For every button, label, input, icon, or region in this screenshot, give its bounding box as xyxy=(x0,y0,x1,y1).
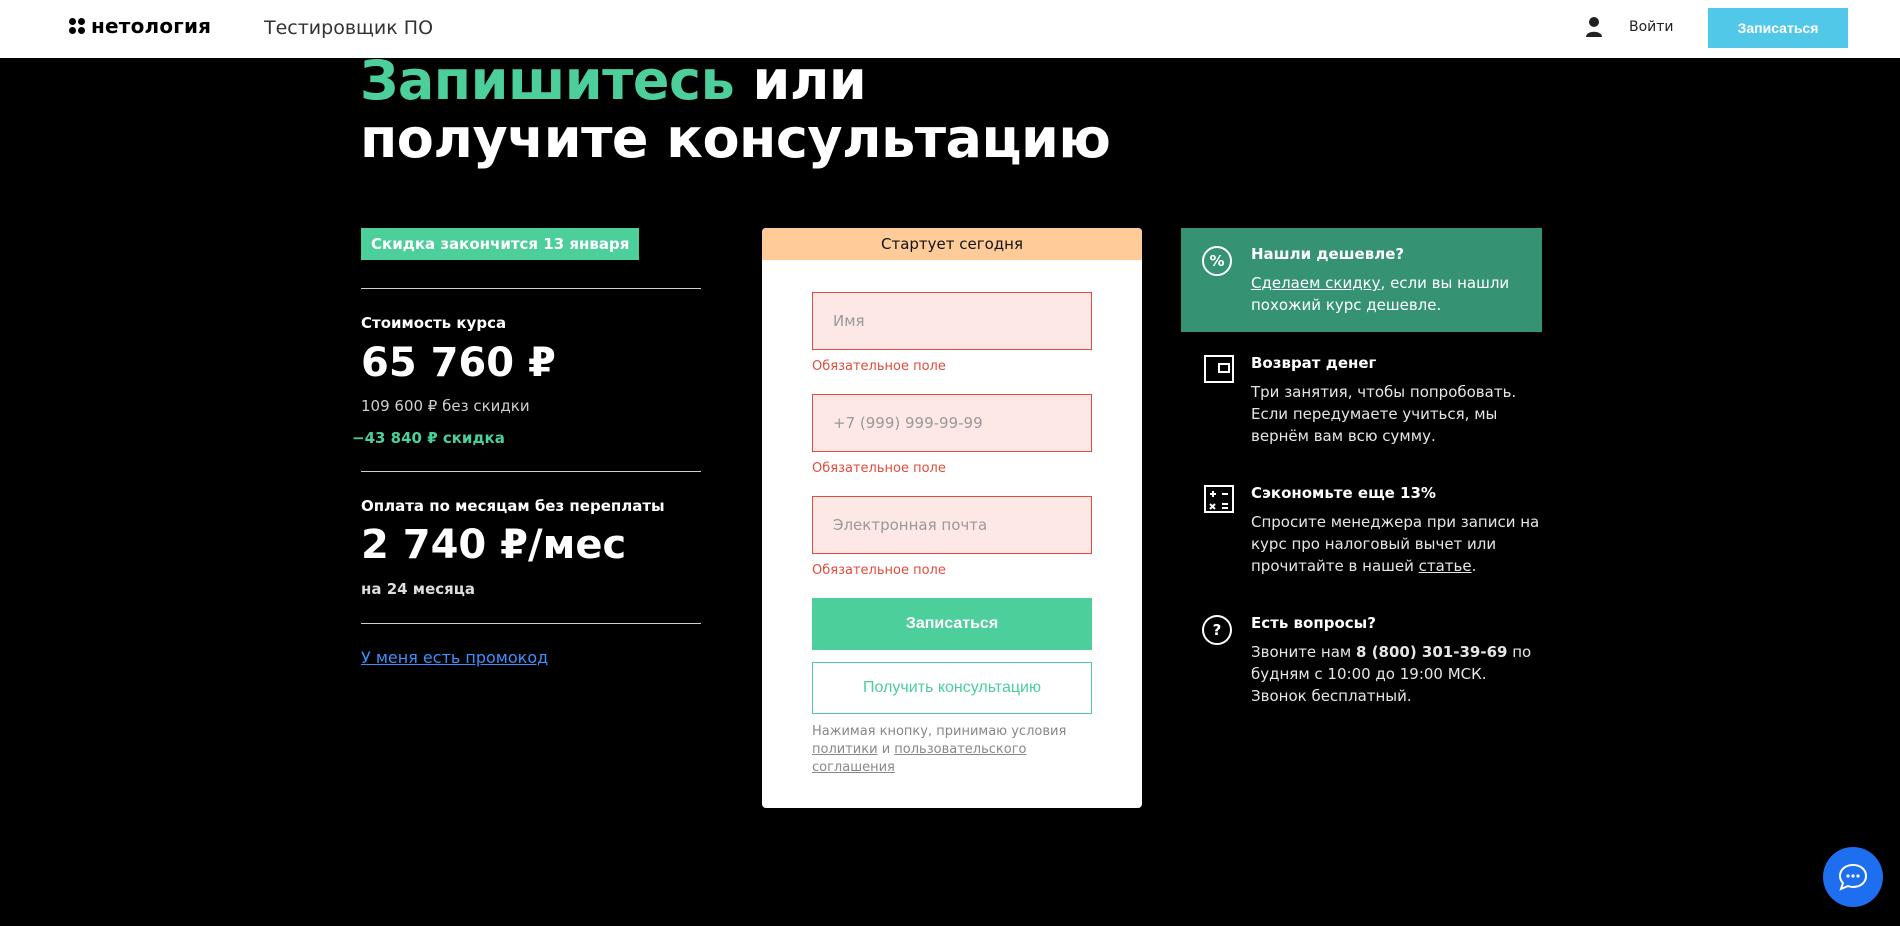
refund-text: Три занятия, чтобы попробовать. Если пер… xyxy=(1251,383,1517,445)
course-cost-label: Стоимость курса xyxy=(361,314,507,332)
phone-placeholder: +7 (999) 999-99-99 xyxy=(833,414,983,432)
logo-text: нетология xyxy=(91,14,212,38)
email-placeholder: Электронная почта xyxy=(833,516,988,534)
title-line2: получите консультацию xyxy=(360,107,1111,170)
name-error: Обязательное поле xyxy=(812,359,946,374)
support-phone[interactable]: 8 (800) 301-39-69 xyxy=(1356,643,1507,661)
price-without-discount: 109 600 ₽ без скидки xyxy=(361,397,530,415)
refund-title: Возврат денег xyxy=(1251,354,1377,372)
discount-link[interactable]: Сделаем скидку xyxy=(1251,274,1381,292)
chat-bubble-icon xyxy=(1838,863,1868,891)
consent-text: Нажимая кнопку, принимаю условия xyxy=(812,724,1067,739)
title-rest: или xyxy=(734,49,867,112)
calculator-icon xyxy=(1204,485,1234,513)
monthly-price: 2 740 ₽/мес xyxy=(361,522,627,568)
course-price: 65 760 ₽ xyxy=(361,340,556,386)
promo-code-link[interactable]: У меня есть промокод xyxy=(361,648,548,667)
page-title: Запишитесь или получите консультацию xyxy=(360,49,1111,170)
chat-button[interactable] xyxy=(1823,847,1883,907)
agreement-link-cont[interactable]: соглашения xyxy=(812,760,895,775)
divider xyxy=(361,288,701,289)
email-field[interactable]: Электронная почта xyxy=(812,496,1092,554)
article-link[interactable]: статье xyxy=(1419,557,1472,575)
cheaper-text-1: , если вы нашли xyxy=(1380,274,1510,292)
monthly-term: на 24 месяца xyxy=(361,580,476,598)
cheaper-text: Сделаем скидку, если вы нашли похожий ку… xyxy=(1251,272,1541,316)
save-title: Сэкономьте еще 13% xyxy=(1251,484,1436,502)
discount-deadline-badge: Скидка закончится 13 января xyxy=(361,228,640,260)
header-signup-button[interactable]: Записаться xyxy=(1708,8,1848,48)
top-header: нетология Тестировщик ПО Войти Записатьс… xyxy=(0,0,1900,58)
save-text-body: Спросите менеджера при записи на курс пр… xyxy=(1251,513,1540,575)
agreement-link[interactable]: пользовательского xyxy=(894,742,1026,757)
logo-mark-icon xyxy=(69,18,85,34)
questions-text-1: Звоните нам xyxy=(1251,643,1352,661)
discount-amount: −43 840 ₽ скидка xyxy=(352,429,505,447)
get-consultation-button[interactable]: Получить консультацию xyxy=(812,662,1092,714)
start-banner: Стартует сегодня xyxy=(762,228,1142,260)
save-text-end: . xyxy=(1471,557,1477,575)
email-error: Обязательное поле xyxy=(812,563,946,578)
phone-field[interactable]: +7 (999) 999-99-99 xyxy=(812,394,1092,452)
form-submit-button[interactable]: Записаться xyxy=(812,598,1092,650)
netology-logo[interactable]: нетология xyxy=(69,14,211,38)
questions-text: Звоните нам 8 (800) 301-39-69 по будням … xyxy=(1251,641,1541,707)
wallet-icon xyxy=(1204,355,1234,383)
title-accent: Запишитесь xyxy=(360,49,735,112)
consent-and: и xyxy=(881,742,891,757)
questions-title: Есть вопросы? xyxy=(1251,614,1376,632)
question-icon: ? xyxy=(1202,615,1232,645)
percent-icon: % xyxy=(1202,246,1232,276)
monthly-payment-label: Оплата по месяцам без переплаты xyxy=(361,497,665,515)
policy-link[interactable]: политики xyxy=(812,742,878,757)
divider xyxy=(361,623,701,624)
divider xyxy=(361,471,701,472)
name-field[interactable]: Имя xyxy=(812,292,1092,350)
user-icon[interactable] xyxy=(1585,16,1603,38)
course-name: Тестировщик ПО xyxy=(264,17,434,39)
signup-form: Стартует сегодня Имя Обязательное поле +… xyxy=(762,228,1142,808)
save-text: Спросите менеджера при записи на курс пр… xyxy=(1251,511,1541,577)
login-link[interactable]: Войти xyxy=(1629,19,1674,35)
consent-note: Нажимая кнопку, принимаю условия политик… xyxy=(812,723,1092,777)
cheaper-title: Нашли дешевле? xyxy=(1251,245,1405,263)
name-placeholder: Имя xyxy=(833,312,865,330)
cheaper-text-2: похожий курс дешевле. xyxy=(1251,296,1442,314)
phone-error: Обязательное поле xyxy=(812,461,946,476)
